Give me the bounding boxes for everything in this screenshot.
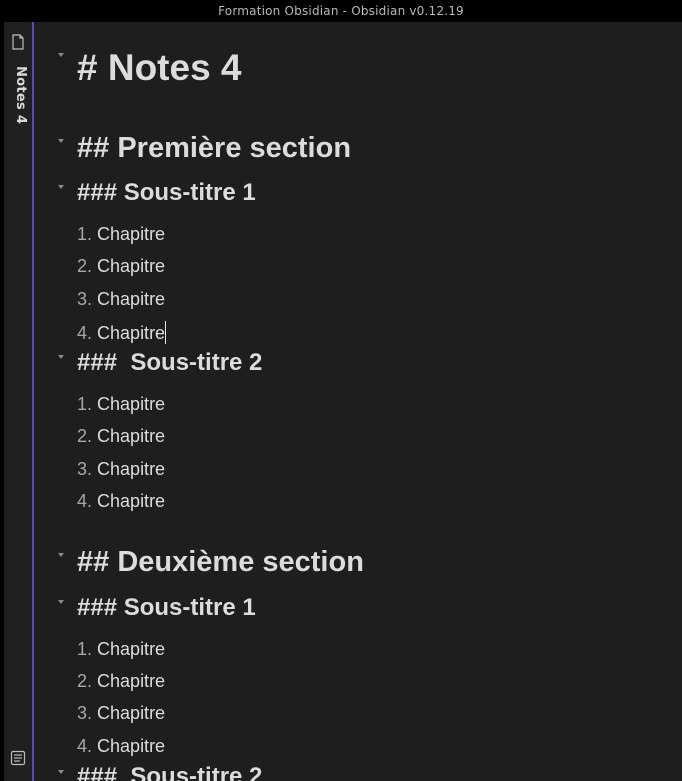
left-ribbon: Notes 4 [4, 22, 34, 781]
list-text: Chapitre [97, 459, 166, 479]
list-text: Chapitre [97, 426, 166, 446]
list-item[interactable]: 2. Chapitre [77, 671, 165, 692]
editor-pane[interactable]: # Notes 4 ## Première section ### Sous-t… [34, 22, 682, 781]
heading-h2[interactable]: ## Deuxième section [77, 546, 364, 579]
list-text: Chapitre [97, 224, 166, 244]
list-number: 1. [77, 639, 93, 659]
fold-chevron-icon[interactable] [57, 598, 65, 606]
text-cursor [165, 321, 167, 344]
fold-chevron-icon[interactable] [57, 51, 65, 59]
heading-h3[interactable]: ### Sous-titre 2 [77, 349, 262, 377]
list-text: Chapitre [97, 671, 166, 691]
list-item[interactable]: 2. Chapitre [77, 256, 165, 277]
outline-icon[interactable] [10, 750, 26, 766]
list-number: 2. [77, 671, 93, 691]
list-number: 4. [77, 491, 93, 511]
list-text: Chapitre [97, 639, 166, 659]
list-item[interactable]: 4. Chapitre [77, 736, 165, 757]
list-item[interactable]: 1. Chapitre [77, 394, 165, 415]
list-text: Chapitre [97, 736, 166, 756]
heading-h3[interactable]: ### Sous-titre 1 [77, 179, 256, 207]
list-number: 3. [77, 289, 93, 309]
list-item[interactable]: 4. Chapitre [77, 491, 165, 512]
list-number: 2. [77, 426, 93, 446]
heading-h3[interactable]: ### Sous-titre 1 [77, 594, 256, 622]
fold-chevron-icon[interactable] [57, 353, 65, 361]
list-text: Chapitre [97, 394, 166, 414]
list-item[interactable]: 1. Chapitre [77, 639, 165, 660]
list-number: 4. [77, 736, 93, 756]
heading-h3[interactable]: ### Sous-titre 2 [77, 763, 262, 781]
list-item[interactable]: 4. Chapitre [77, 321, 167, 344]
list-text: Chapitre [97, 256, 166, 276]
fold-chevron-icon[interactable] [57, 183, 65, 191]
fold-chevron-icon[interactable] [57, 768, 65, 776]
list-number: 1. [77, 224, 93, 244]
list-item[interactable]: 3. Chapitre [77, 703, 165, 724]
list-item[interactable]: 3. Chapitre [77, 289, 165, 310]
list-number: 2. [77, 256, 93, 276]
list-text: Chapitre [97, 491, 166, 511]
heading-h1[interactable]: # Notes 4 [77, 47, 242, 89]
list-item[interactable]: 3. Chapitre [77, 459, 165, 480]
list-item[interactable]: 2. Chapitre [77, 426, 165, 447]
file-icon[interactable] [11, 34, 25, 50]
list-text: Chapitre [97, 289, 166, 309]
list-number: 3. [77, 459, 93, 479]
list-number: 1. [77, 394, 93, 414]
list-text: Chapitre [97, 703, 166, 723]
tab-notes-4[interactable]: Notes 4 [8, 66, 28, 124]
fold-chevron-icon[interactable] [57, 137, 65, 145]
list-number: 4. [77, 323, 93, 343]
list-item[interactable]: 1. Chapitre [77, 224, 165, 245]
window-title: Formation Obsidian - Obsidian v0.12.19 [0, 0, 682, 22]
list-number: 3. [77, 703, 93, 723]
fold-chevron-icon[interactable] [57, 551, 65, 559]
list-text: Chapitre [97, 323, 166, 343]
heading-h2[interactable]: ## Première section [77, 132, 351, 165]
